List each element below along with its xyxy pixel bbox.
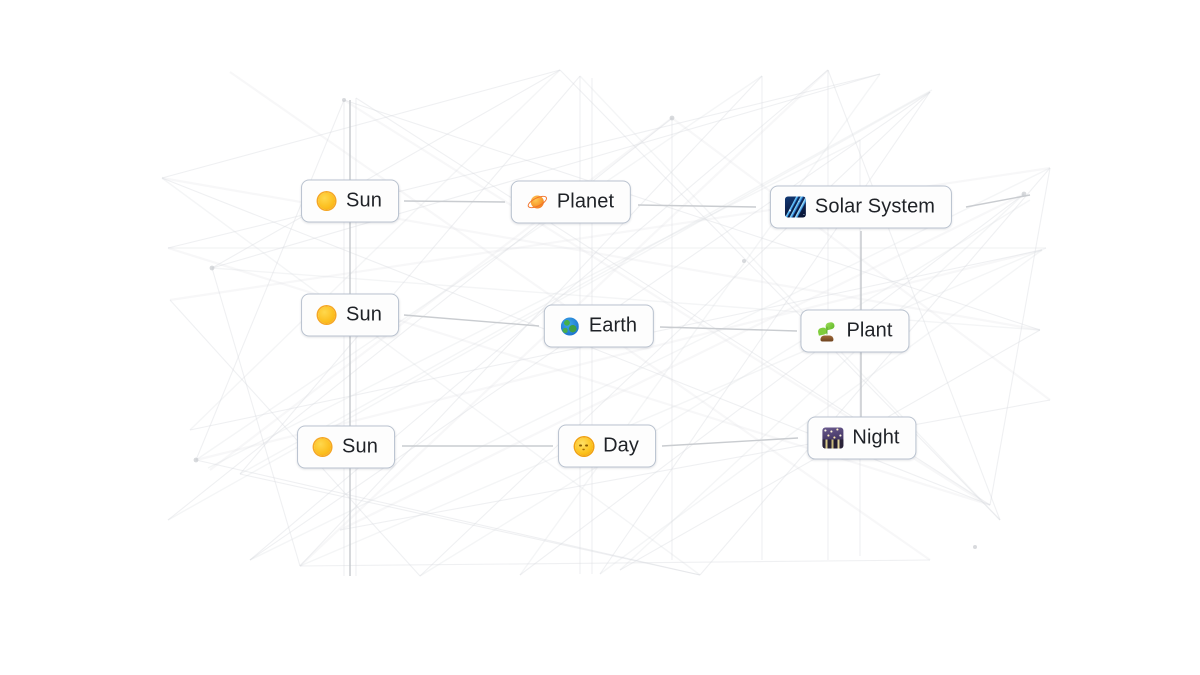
node-day[interactable]: Day <box>558 424 656 468</box>
night-with-stars-icon <box>822 427 844 449</box>
sun-with-face-icon <box>573 436 594 457</box>
node-earth[interactable]: Earth <box>543 304 655 348</box>
node-label: Sun <box>346 303 382 326</box>
node-solar-system[interactable]: Solar System <box>769 185 953 229</box>
graph-canvas[interactable]: .faint { stroke: #d9dbdf; stroke-width: … <box>0 0 1200 675</box>
node-label: Day <box>603 434 639 457</box>
ringed-planet-icon <box>526 192 548 213</box>
node-layer: Sun Planet Solar System Sun Earth Plant Sun Day… <box>0 0 1200 675</box>
node-sun-3[interactable]: Sun <box>297 425 395 469</box>
milky-way-icon <box>784 196 806 218</box>
node-planet[interactable]: Planet <box>510 180 632 224</box>
node-label: Night <box>852 426 900 449</box>
node-label: Sun <box>346 189 382 212</box>
sun-icon <box>312 437 333 458</box>
node-plant[interactable]: Plant <box>800 309 910 353</box>
node-sun-2[interactable]: Sun <box>301 293 399 337</box>
sun-icon <box>316 305 337 326</box>
node-label: Sun <box>342 435 378 458</box>
globe-europe-africa-icon <box>559 316 580 337</box>
sun-icon <box>316 191 337 212</box>
node-label: Earth <box>588 314 638 337</box>
node-sun-1[interactable]: Sun <box>301 179 399 223</box>
node-night[interactable]: Night <box>807 416 917 460</box>
node-label: Planet <box>556 190 615 213</box>
seedling-stem <box>825 326 828 335</box>
node-label: Plant <box>846 319 893 342</box>
node-label: Solar System <box>814 195 936 218</box>
seedling-icon <box>815 321 837 342</box>
